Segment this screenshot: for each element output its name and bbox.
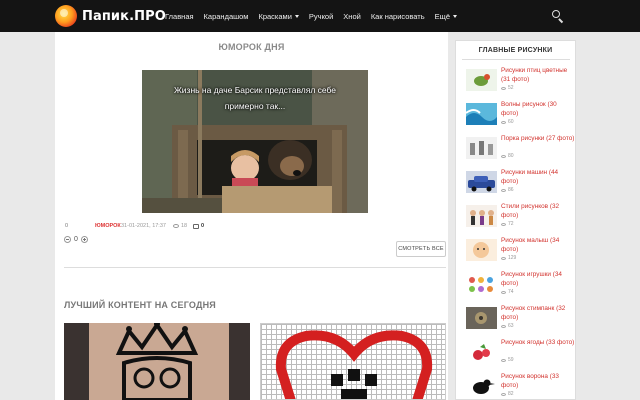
views-counter: 52 bbox=[501, 85, 514, 91]
search-icon[interactable] bbox=[551, 9, 565, 24]
views-counter: 82 bbox=[501, 391, 514, 397]
thumbnail-toys bbox=[466, 273, 497, 295]
eye-icon bbox=[501, 256, 506, 260]
sidebar-item[interactable]: Рисунок стимпанк (32 фото) 63 bbox=[464, 303, 576, 337]
sidebar-item[interactable]: Стили рисунков (32 фото) 72 bbox=[464, 201, 576, 235]
thumbnail-steampunk bbox=[466, 307, 497, 329]
see-all-button[interactable]: СМОТРЕТЬ ВСЕ bbox=[396, 241, 446, 257]
views-counter: 60 bbox=[501, 119, 514, 125]
thumbnail-baby bbox=[466, 239, 497, 261]
nav-item-henna[interactable]: Хной bbox=[338, 12, 366, 21]
sidebar-item-title[interactable]: Рисунок ворона (33 фото) bbox=[501, 373, 575, 390]
eye-icon bbox=[501, 120, 506, 124]
post-count: 0 bbox=[65, 223, 69, 229]
pixel-heart-illustration bbox=[275, 330, 433, 399]
rating-widget: 0 bbox=[64, 236, 88, 243]
thumbnail-berries bbox=[466, 341, 497, 363]
thumbnail-birds bbox=[466, 69, 497, 91]
best-content-image-1[interactable] bbox=[64, 323, 250, 400]
sidebar-item[interactable]: Порка рисунки (27 фото) 80 bbox=[464, 133, 576, 167]
sidebar-item[interactable]: Рисунок ягоды (33 фото) 59 bbox=[464, 337, 576, 371]
top-navbar: Папик.ПРО Главная Карандашом Красками Ру… bbox=[0, 0, 640, 32]
comment-icon bbox=[193, 223, 199, 229]
eye-icon bbox=[501, 290, 506, 294]
thumbnail-crow bbox=[466, 375, 497, 397]
nav-item-how-to-draw[interactable]: Как нарисовать bbox=[366, 12, 430, 21]
eye-icon bbox=[501, 86, 506, 90]
sidebar-item-title[interactable]: Рисунок малыш (34 фото) bbox=[501, 237, 575, 254]
post-meta: 0 ЮМОРОК 31-01-2021, 17:37 18 0 bbox=[65, 221, 204, 231]
nav-item-pencil[interactable]: Карандашом bbox=[199, 12, 254, 21]
main-content: ЮМОРОК ДНЯ Жизнь на даче Барсик представ… bbox=[55, 32, 448, 400]
chevron-down-icon bbox=[294, 14, 299, 18]
plus-icon[interactable] bbox=[80, 236, 88, 243]
thumbnail-styles bbox=[466, 205, 497, 227]
sidebar-item-title[interactable]: Рисунок стимпанк (32 фото) bbox=[501, 305, 575, 322]
sidebar-item-title[interactable]: Рисунок игрушки (34 фото) bbox=[501, 271, 575, 288]
sidebar-item[interactable]: Рисунок игрушки (34 фото) 74 bbox=[464, 269, 576, 303]
thumbnail-cars bbox=[466, 171, 497, 193]
section-divider bbox=[64, 267, 446, 268]
humor-caption: Жизнь на даче Барсик представлял себе пр… bbox=[173, 85, 337, 111]
sidebar-item-title[interactable]: Рисунок ягоды (33 фото) bbox=[501, 339, 575, 348]
post-date: 31-01-2021, 17:37 bbox=[121, 223, 166, 229]
sidebar-divider bbox=[462, 59, 570, 60]
eye-icon bbox=[501, 188, 506, 192]
section-title-best: ЛУЧШИЙ КОНТЕНТ НА СЕГОДНЯ bbox=[64, 300, 216, 310]
sidebar-item-title[interactable]: Порка рисунки (27 фото) bbox=[501, 135, 575, 144]
views-counter: 72 bbox=[501, 221, 514, 227]
sidebar-item[interactable]: Рисунок малыш (34 фото) 129 bbox=[464, 235, 576, 269]
eye-icon bbox=[501, 154, 506, 158]
thumbnail-waves bbox=[466, 103, 497, 125]
section-title-humor: ЮМОРОК ДНЯ bbox=[218, 42, 285, 52]
nav-item-pen[interactable]: Ручкой bbox=[304, 12, 338, 21]
sidebar-title: ГЛАВНЫЕ РИСУНКИ bbox=[478, 47, 553, 54]
sidebar: ГЛАВНЫЕ РИСУНКИ Рисунки птиц цветные (31… bbox=[455, 40, 576, 400]
site-logo[interactable]: Папик.ПРО bbox=[55, 4, 166, 28]
sidebar-item[interactable]: Рисунок ворона (33 фото) 82 bbox=[464, 371, 576, 400]
eye-icon bbox=[501, 324, 506, 328]
views-counter: 59 bbox=[501, 357, 514, 363]
category-link[interactable]: ЮМОРОК bbox=[95, 223, 121, 229]
sidebar-item-title[interactable]: Волны рисунок (30 фото) bbox=[501, 101, 575, 118]
main-menu: Главная Карандашом Красками Ручкой Хной … bbox=[160, 0, 462, 32]
rating-value: 0 bbox=[74, 236, 78, 243]
eye-icon bbox=[501, 392, 506, 396]
views-counter: 18 bbox=[173, 223, 193, 229]
nav-item-more[interactable]: Ещё bbox=[430, 12, 462, 21]
sidebar-item-title[interactable]: Рисунки машин (44 фото) bbox=[501, 169, 575, 186]
sidebar-item[interactable]: Рисунки машин (44 фото) 86 bbox=[464, 167, 576, 201]
views-counter: 80 bbox=[501, 153, 514, 159]
thumbnail-spanking bbox=[466, 137, 497, 159]
sidebar-item-title[interactable]: Рисунки птиц цветные (31 фото) bbox=[501, 67, 575, 84]
comments-link[interactable]: 0 bbox=[193, 223, 204, 229]
sidebar-item[interactable]: Волны рисунок (30 фото) 60 bbox=[464, 99, 576, 133]
sidebar-item[interactable]: Рисунки птиц цветные (31 фото) 52 bbox=[464, 65, 576, 99]
nav-item-paints[interactable]: Красками bbox=[253, 12, 303, 21]
views-counter: 129 bbox=[501, 255, 516, 261]
eye-icon bbox=[501, 358, 506, 362]
tattoo-illustration bbox=[64, 323, 250, 400]
eye-icon bbox=[501, 222, 506, 226]
minus-icon[interactable] bbox=[64, 236, 71, 243]
humor-image[interactable]: Жизнь на даче Барсик представлял себе пр… bbox=[142, 70, 368, 213]
views-counter: 63 bbox=[501, 323, 514, 329]
nav-item-home[interactable]: Главная bbox=[160, 12, 199, 21]
best-content-image-2[interactable] bbox=[260, 323, 446, 400]
logo-icon bbox=[55, 5, 77, 27]
chevron-down-icon bbox=[453, 14, 458, 18]
views-counter: 74 bbox=[501, 289, 514, 295]
sidebar-item-title[interactable]: Стили рисунков (32 фото) bbox=[501, 203, 575, 220]
eye-icon bbox=[173, 224, 179, 228]
views-counter: 86 bbox=[501, 187, 514, 193]
logo-text: Папик.ПРО bbox=[82, 8, 166, 24]
